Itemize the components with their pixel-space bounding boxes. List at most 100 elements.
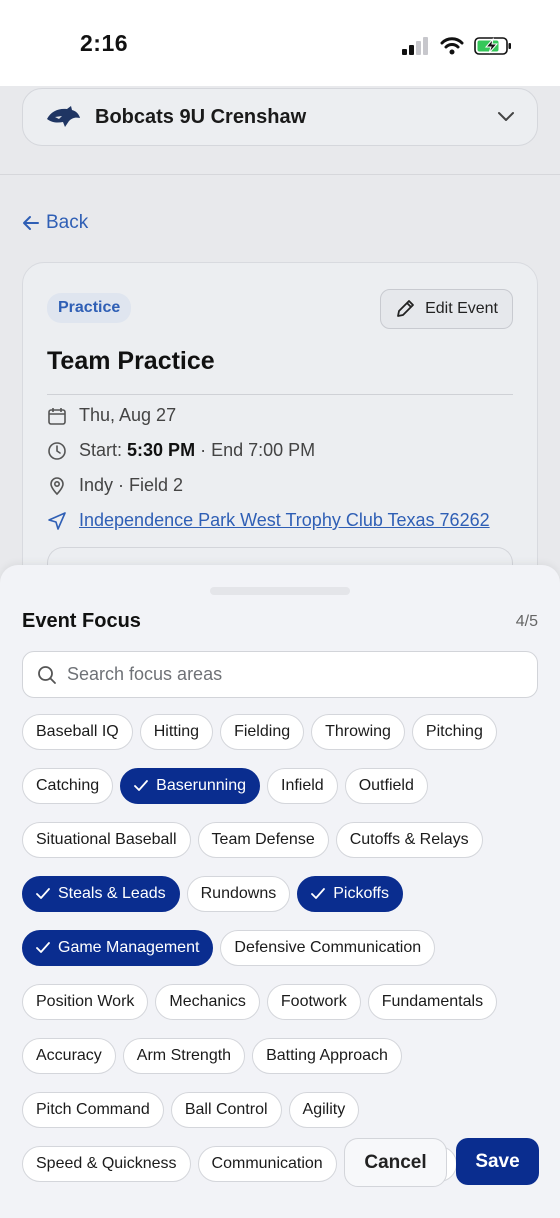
start-label: Start: <box>79 440 123 460</box>
focus-chip-label: Game Management <box>58 939 200 956</box>
focus-chip[interactable]: Situational Baseball <box>22 822 191 858</box>
date-row: Thu, Aug 27 <box>47 405 176 426</box>
focus-chip-label: Baseball IQ <box>36 723 119 740</box>
address-link[interactable]: Independence Park West Trophy Club Texas… <box>79 510 490 531</box>
focus-chip[interactable]: Throwing <box>311 714 405 750</box>
focus-chip-label: Ball Control <box>184 1101 268 1118</box>
bobcat-logo-icon <box>47 106 80 127</box>
focus-chip-label: Catching <box>36 777 100 794</box>
focus-chip[interactable]: Team Defense <box>197 822 329 858</box>
end-time: · End 7:00 PM <box>200 440 316 460</box>
focus-chip[interactable]: Communication <box>197 1146 337 1182</box>
focus-chip-label: Arm Strength <box>136 1047 232 1064</box>
time-row: Start: 5:30 PM · End 7:00 PM <box>47 440 315 461</box>
edit-event-label: Edit Event <box>425 300 498 317</box>
status-time: 2:16 <box>80 30 129 56</box>
focus-chip[interactable]: Pickoffs <box>297 876 403 912</box>
start-time: 5:30 PM <box>127 440 196 460</box>
focus-chip-label: Pitching <box>425 723 483 740</box>
wifi-icon <box>440 37 464 55</box>
focus-chip-label: Fielding <box>234 723 291 740</box>
focus-chip-label: Pickoffs <box>333 885 389 902</box>
checkmark-icon <box>134 780 149 791</box>
focus-chip[interactable]: Fundamentals <box>367 984 498 1020</box>
location-row: Indy · Field 2 <box>47 475 183 496</box>
event-focus-sheet: Event Focus 4/5 Baseball IQ Hitting Fieldi… <box>0 565 560 1218</box>
focus-chip[interactable]: Infield <box>267 768 338 804</box>
focus-chip[interactable]: Pitching <box>411 714 497 750</box>
focus-chip-label: Infield <box>281 777 324 794</box>
focus-chip[interactable]: Baserunning <box>120 768 260 804</box>
focus-chip[interactable]: Rundowns <box>186 876 291 912</box>
back-link[interactable]: Back <box>22 212 88 234</box>
focus-chip-label: Fundamentals <box>381 993 484 1010</box>
focus-chip-list: Baseball IQ Hitting Fielding Throwing Pitchi… <box>22 714 542 1182</box>
focus-chip-label: Footwork <box>280 993 347 1010</box>
focus-chip[interactable]: Pitch Command <box>22 1092 164 1128</box>
map-pin-icon <box>50 476 64 495</box>
chevron-down-icon <box>498 112 514 121</box>
focus-chip[interactable]: Footwork <box>266 984 361 1020</box>
focus-chip-label: Outfield <box>358 777 414 794</box>
focus-chip[interactable]: Steals & Leads <box>22 876 180 912</box>
status-icons <box>402 36 512 56</box>
cellular-signal-icon <box>402 37 428 55</box>
focus-chip[interactable]: Game Management <box>22 930 214 966</box>
focus-chip-label: Steals & Leads <box>58 885 166 902</box>
save-button[interactable]: Save <box>456 1138 539 1185</box>
checkmark-icon <box>36 942 50 953</box>
clock-icon <box>48 441 66 460</box>
focus-chip-label: Accuracy <box>36 1047 102 1064</box>
team-selector[interactable]: Bobcats 9U Crenshaw <box>22 88 538 146</box>
focus-chip[interactable]: Defensive Communication <box>220 930 436 966</box>
event-card: Practice Edit Event Team Practice Thu, A… <box>22 262 538 607</box>
edit-event-button[interactable]: Edit Event <box>380 289 513 329</box>
sheet-title: Event Focus <box>22 610 141 632</box>
focus-chip-label: Cutoffs & Relays <box>349 831 469 848</box>
focus-chip[interactable]: Hitting <box>139 714 214 750</box>
focus-chip-label: Batting Approach <box>266 1047 388 1064</box>
calendar-icon <box>48 407 66 425</box>
focus-chip[interactable]: Batting Approach <box>252 1038 402 1074</box>
focus-chip[interactable]: Arm Strength <box>122 1038 246 1074</box>
search-icon <box>38 665 56 684</box>
focus-chip-label: Baserunning <box>156 777 246 794</box>
event-location: Indy · Field 2 <box>79 475 184 495</box>
focus-chip[interactable]: Accuracy <box>22 1038 116 1074</box>
focus-chip-label: Throwing <box>325 723 391 740</box>
search-input[interactable] <box>67 664 523 685</box>
sheet-grabber[interactable] <box>210 587 350 595</box>
focus-chip[interactable]: Ball Control <box>170 1092 282 1128</box>
focus-chip-label: Speed & Quickness <box>36 1155 177 1172</box>
selection-count: 4/5 <box>515 613 538 630</box>
arrow-left-icon <box>23 216 39 230</box>
focus-chip[interactable]: Mechanics <box>155 984 260 1020</box>
back-label: Back <box>46 212 89 233</box>
focus-chip[interactable]: Cutoffs & Relays <box>335 822 483 858</box>
checkmark-icon <box>36 888 50 899</box>
focus-chip-label: Situational Baseball <box>36 831 177 848</box>
focus-chip-label: Mechanics <box>169 993 246 1010</box>
focus-chip-label: Hitting <box>153 723 200 740</box>
address-row: Independence Park West Trophy Club Texas… <box>47 510 490 531</box>
focus-chip[interactable]: Baseball IQ <box>22 714 133 750</box>
battery-charging-icon <box>474 37 511 55</box>
focus-chip-label: Pitch Command <box>36 1101 150 1118</box>
header-divider <box>0 174 560 175</box>
title-divider <box>47 394 513 395</box>
focus-chip-label: Agility <box>302 1101 346 1118</box>
focus-chip[interactable]: Agility <box>288 1092 360 1128</box>
focus-chip-label: Communication <box>211 1155 323 1172</box>
focus-chip-label: Defensive Communication <box>234 939 422 956</box>
checkmark-icon <box>311 888 326 899</box>
focus-chip[interactable]: Position Work <box>22 984 149 1020</box>
focus-chip[interactable]: Catching <box>22 768 114 804</box>
event-type-badge: Practice <box>47 293 132 323</box>
focus-chip-label: Position Work <box>36 993 135 1010</box>
focus-chip[interactable]: Speed & Quickness <box>22 1146 191 1182</box>
search-box <box>22 651 538 698</box>
focus-chip-label: Team Defense <box>211 831 315 848</box>
focus-chip[interactable]: Fielding <box>220 714 305 750</box>
focus-chip[interactable]: Outfield <box>344 768 428 804</box>
cancel-button[interactable]: Cancel <box>344 1138 447 1187</box>
